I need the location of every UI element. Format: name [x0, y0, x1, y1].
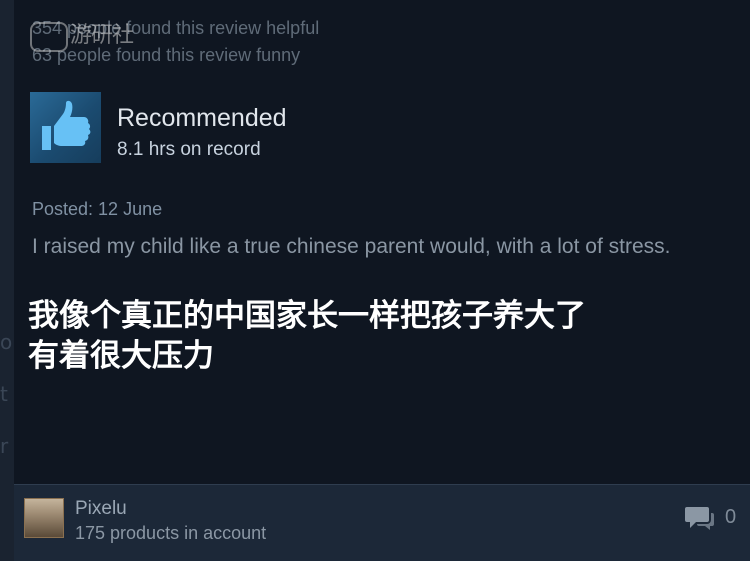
playtime-on-record: 8.1 hrs on record [117, 139, 261, 160]
watermark-logo-icon [30, 22, 68, 52]
edge-glyph: t [0, 382, 8, 406]
review-footer: Pixelu 175 products in account 0 [14, 484, 750, 561]
review-verdict[interactable]: Recommended [117, 104, 287, 133]
translation-caption: 我像个真正的中国家长一样把孩子养大了 有着很大压力 [28, 296, 728, 376]
author-products: 175 products in account [75, 523, 267, 543]
comment-icon[interactable] [685, 504, 715, 532]
avatar[interactable] [24, 498, 64, 538]
caption-line-2: 有着很大压力 [28, 338, 214, 374]
background-page-edge: o t r [0, 0, 14, 561]
caption-line-1: 我像个真正的中国家长一样把孩子养大了 [28, 298, 586, 334]
edge-glyph: r [0, 434, 9, 458]
review-body: I raised my child like a true chinese pa… [32, 235, 671, 258]
watermark-text: 游研社 [70, 23, 134, 48]
thumbs-up-icon [42, 100, 91, 150]
posted-date: Posted: 12 June [32, 199, 163, 219]
thumbs-up-tile[interactable] [30, 92, 101, 163]
footer-divider [14, 484, 750, 485]
review-card: 354 people found this review helpful 63 … [14, 0, 750, 561]
comment-count: 0 [725, 506, 737, 528]
site-watermark: 游研社 [30, 12, 140, 62]
author-name[interactable]: Pixelu [75, 498, 127, 520]
edge-glyph: o [0, 330, 13, 354]
